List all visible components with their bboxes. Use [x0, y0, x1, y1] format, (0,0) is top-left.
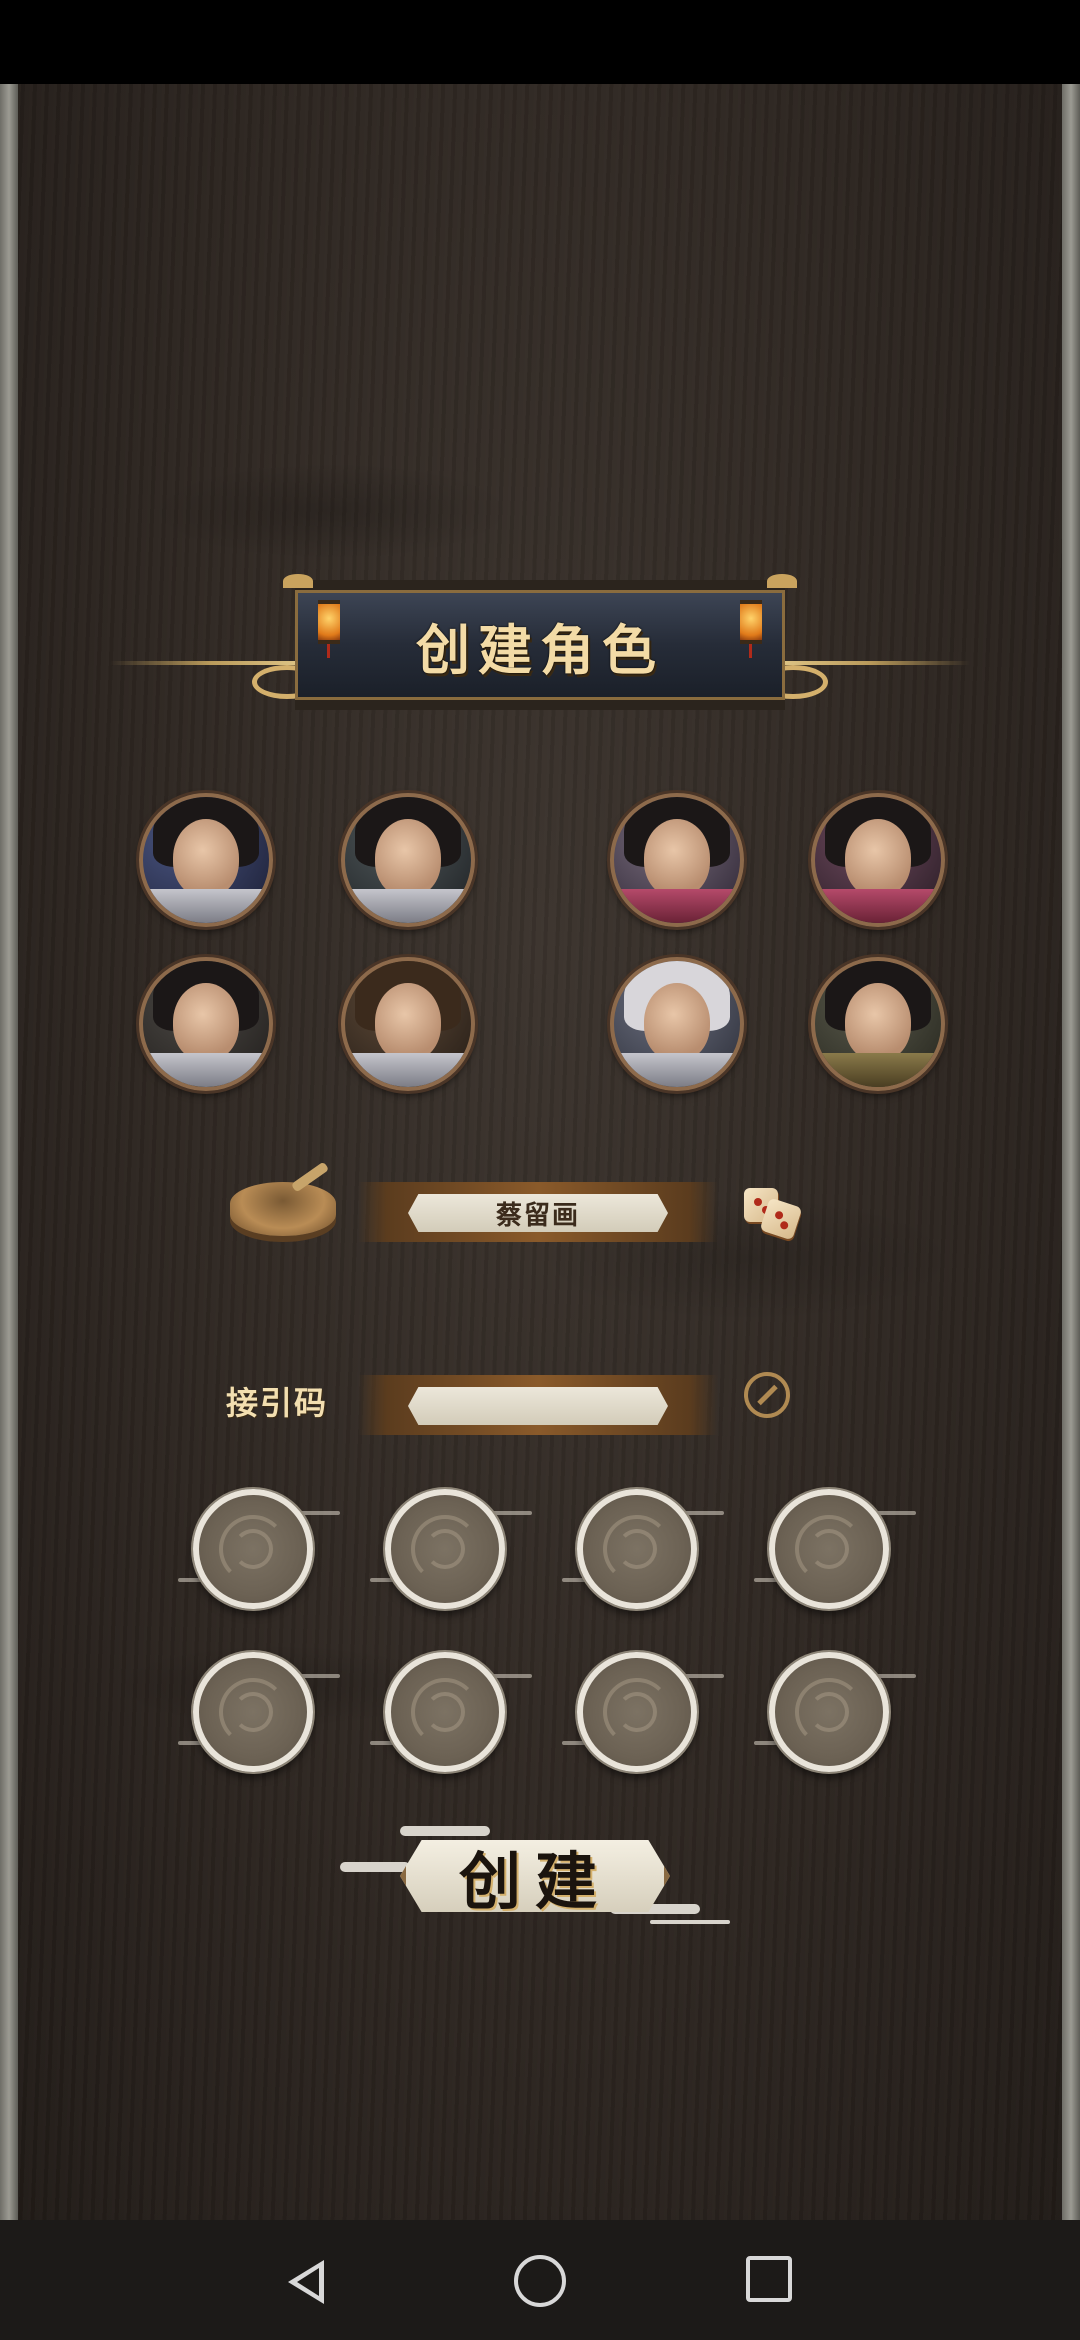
- page-title: 创建角色: [416, 617, 664, 682]
- name-field[interactable]: 蔡留画: [358, 1182, 718, 1242]
- status-bar: [0, 0, 1080, 84]
- create-button-label: 创建: [458, 1845, 611, 1918]
- character-portrait-female-3[interactable]: [610, 957, 744, 1091]
- home-circle-icon[interactable]: [514, 2255, 566, 2307]
- title-banner: 创建角色: [110, 560, 970, 710]
- back-triangle-icon[interactable]: [288, 2260, 324, 2304]
- character-portrait-male-1[interactable]: [139, 793, 273, 927]
- cloud-decoration: [400, 1826, 490, 1836]
- attribute-slot-4[interactable]: [769, 1489, 889, 1609]
- lantern-icon: [740, 600, 762, 658]
- character-portrait-female-1[interactable]: [610, 793, 744, 927]
- create-button[interactable]: 创建: [340, 1822, 730, 1940]
- name-input[interactable]: 蔡留画: [408, 1194, 668, 1232]
- create-button-plate[interactable]: 创建: [400, 1840, 670, 1912]
- invite-code-input[interactable]: [408, 1387, 668, 1425]
- attribute-slot-7[interactable]: [577, 1652, 697, 1772]
- attribute-slot-6[interactable]: [385, 1652, 505, 1772]
- cloud-decoration: [650, 1920, 730, 1924]
- cloud-decoration: [340, 1862, 410, 1872]
- character-portrait-male-4[interactable]: [341, 957, 475, 1091]
- frame-rail-right: [1062, 84, 1080, 2220]
- invite-code-label: 接引码: [226, 1384, 329, 1422]
- edit-icon[interactable]: [744, 1372, 790, 1418]
- character-name: 蔡留画: [495, 1200, 580, 1231]
- attribute-slot-8[interactable]: [769, 1652, 889, 1772]
- banner-board: 创建角色: [283, 574, 797, 710]
- frame-rail-left: [0, 84, 18, 2220]
- character-portrait-female-2[interactable]: [811, 793, 945, 927]
- mortar-icon: [230, 1182, 336, 1236]
- attribute-slot-2[interactable]: [385, 1489, 505, 1609]
- recent-square-icon[interactable]: [746, 2256, 792, 2302]
- invite-code-field[interactable]: [358, 1375, 718, 1435]
- attribute-slot-5[interactable]: [193, 1652, 313, 1772]
- character-portrait-female-4[interactable]: [811, 957, 945, 1091]
- character-portrait-male-3[interactable]: [139, 957, 273, 1091]
- attribute-slot-3[interactable]: [577, 1489, 697, 1609]
- attribute-slot-1[interactable]: [193, 1489, 313, 1609]
- lantern-icon: [318, 600, 340, 658]
- character-portrait-male-2[interactable]: [341, 793, 475, 927]
